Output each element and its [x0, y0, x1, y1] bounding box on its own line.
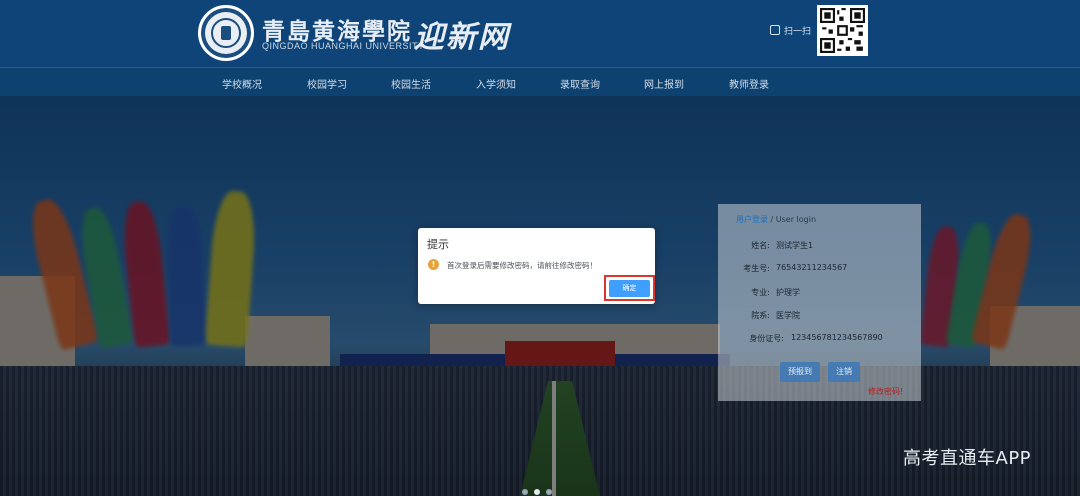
login-title-accent: 用户登录 — [736, 215, 768, 224]
nav-item-admission-query[interactable]: 录取查询 — [560, 76, 600, 91]
info-value: 护理学 — [776, 288, 800, 297]
site-name: 迎新网 — [414, 20, 510, 55]
confirm-button[interactable]: 确定 — [609, 280, 650, 297]
nav-item-campus-study[interactable]: 校园学习 — [307, 76, 347, 91]
confirm-highlight: 确定 — [604, 275, 655, 301]
info-label: 专业: — [751, 288, 770, 297]
info-label: 身份证号: — [749, 334, 784, 343]
main-nav: 学校概况 校园学习 校园生活 入学须知 录取查询 网上报到 教师登录 — [0, 67, 1080, 96]
info-value: 医学院 — [776, 311, 800, 320]
nav-item-campus-life[interactable]: 校园生活 — [391, 76, 431, 91]
qr-code-image — [820, 8, 865, 53]
qr-code — [817, 5, 868, 56]
prompt-dialog: 提示 ! 首次登录后需要修改密码，请前往修改密码！ 确定 — [418, 228, 655, 304]
scan-label: 扫一扫 — [784, 27, 812, 37]
info-value: 123456781234567890 — [791, 333, 883, 342]
carousel-dot[interactable] — [522, 489, 528, 495]
scan-area: 扫一扫 — [770, 24, 811, 37]
info-label: 姓名: — [751, 241, 770, 250]
school-name-en: QINGDAO HUANGHAI UNIVERSITY — [262, 41, 425, 51]
site-header: 青島黄海學院 QINGDAO HUANGHAI UNIVERSITY 迎新网 扫… — [0, 0, 1080, 67]
nav-item-teacher-login[interactable]: 教师登录 — [729, 76, 769, 91]
logout-button[interactable]: 注销 — [828, 362, 860, 382]
change-password-link[interactable]: 修改密码! — [868, 386, 903, 397]
info-value: 76543211234567 — [776, 263, 848, 272]
info-label: 考生号: — [743, 264, 770, 273]
carousel-dot[interactable] — [546, 489, 552, 495]
login-title: 用户登录 / User login — [736, 214, 816, 225]
dialog-title: 提示 — [427, 238, 449, 251]
dialog-message: 首次登录后需要修改密码，请前往修改密码！ — [447, 261, 597, 270]
watermark: 高考直通车APP — [903, 448, 1032, 469]
warning-icon: ! — [428, 259, 439, 270]
school-logo — [198, 5, 254, 61]
pre-register-button[interactable]: 预报到 — [780, 362, 820, 382]
login-panel: 用户登录 / User login 姓名: 测试学生1 考生号: 7654321… — [718, 204, 921, 401]
carousel-dots — [522, 480, 558, 496]
login-title-rest: / User login — [768, 215, 817, 224]
info-value: 测试学生1 — [776, 241, 814, 250]
nav-item-online-registration[interactable]: 网上报到 — [644, 76, 684, 91]
nav-item-enrollment-notice[interactable]: 入学须知 — [476, 76, 516, 91]
carousel-dot-active[interactable] — [534, 489, 540, 495]
qr-scan-icon — [770, 25, 780, 35]
nav-item-school-overview[interactable]: 学校概况 — [222, 76, 262, 91]
info-label: 院系: — [751, 311, 770, 320]
